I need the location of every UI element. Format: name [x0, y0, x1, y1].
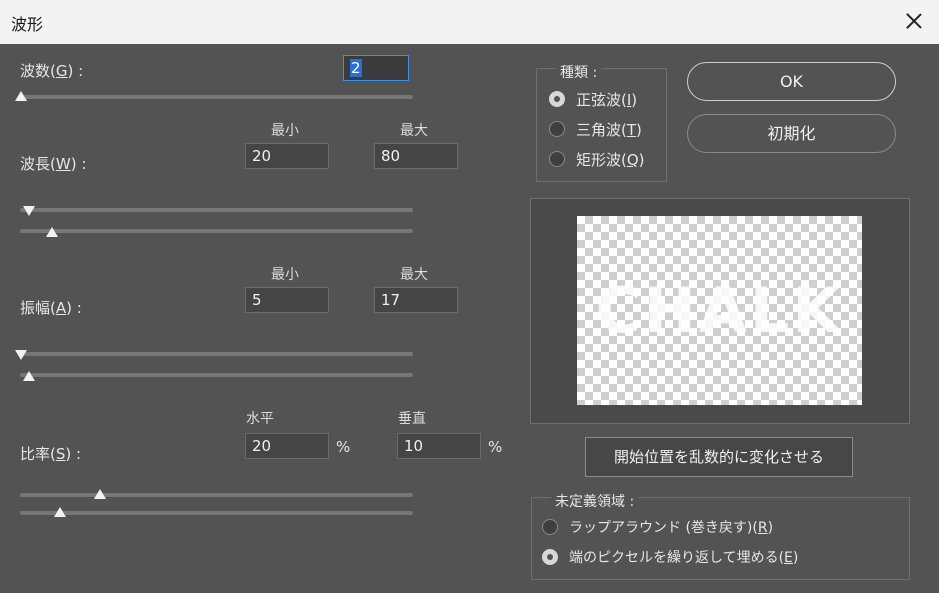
amplitude-max-slider[interactable]	[20, 373, 413, 377]
scale-horizontal-slider-thumb[interactable]	[93, 489, 106, 499]
amplitude-max-slider-thumb[interactable]	[22, 371, 35, 381]
wavelength-max-header: 最大	[400, 123, 428, 139]
type-group-legend: 種類 :	[556, 62, 602, 82]
ok-button[interactable]: OK	[687, 62, 896, 101]
preview-text: CHALK	[595, 274, 844, 347]
wave-count-input[interactable]: 2	[343, 55, 409, 81]
amplitude-min-slider-thumb[interactable]	[15, 350, 27, 360]
scale-vertical-slider[interactable]	[20, 511, 413, 515]
square-radio[interactable]	[549, 151, 565, 167]
scale-horizontal-unit: %	[336, 438, 351, 456]
amplitude-min-slider[interactable]	[20, 352, 413, 356]
scale-vertical-slider-thumb[interactable]	[54, 507, 67, 517]
repeat-edge-label[interactable]: 端のピクセルを繰り返して埋める(E)	[569, 547, 798, 567]
scale-vertical-unit: %	[488, 438, 503, 456]
amplitude-label: 振幅(A) :	[20, 299, 82, 317]
amplitude-min-input[interactable]: 5	[245, 287, 329, 313]
wavelength-max-slider[interactable]	[20, 229, 413, 233]
wavelength-max-slider-thumb[interactable]	[46, 227, 59, 237]
wavelength-max-input[interactable]: 80	[374, 143, 458, 169]
square-label[interactable]: 矩形波(Q)	[576, 149, 645, 170]
wave-count-label: 波数(G) :	[20, 62, 84, 80]
window-title: 波形	[11, 15, 44, 34]
scale-horizontal-slider[interactable]	[20, 493, 413, 497]
triangle-label[interactable]: 三角波(T)	[576, 119, 642, 140]
repeat-edge-radio[interactable]	[542, 549, 558, 565]
wrap-around-radio[interactable]	[542, 519, 558, 535]
wavelength-min-input[interactable]: 20	[245, 143, 329, 169]
scale-vertical-input[interactable]: 10	[397, 433, 481, 459]
scale-horizontal-input[interactable]: 20	[245, 433, 329, 459]
wavelength-min-slider-thumb[interactable]	[22, 206, 35, 216]
wave-count-slider[interactable]	[20, 95, 413, 99]
randomize-button[interactable]: 開始位置を乱数的に変化させる	[585, 437, 853, 477]
sine-radio[interactable]	[549, 91, 565, 107]
amplitude-max-header: 最大	[400, 267, 428, 283]
reset-button[interactable]: 初期化	[687, 114, 896, 153]
amplitude-min-header: 最小	[271, 267, 299, 283]
triangle-radio[interactable]	[549, 121, 565, 137]
preview-canvas[interactable]: CHALK	[577, 216, 862, 405]
wave-count-slider-thumb[interactable]	[15, 91, 27, 101]
wavelength-min-slider[interactable]	[20, 208, 413, 212]
wavelength-min-header: 最小	[271, 123, 299, 139]
close-icon[interactable]	[901, 8, 927, 34]
sine-label[interactable]: 正弦波(I)	[576, 89, 637, 110]
undefined-areas-legend: 未定義領域 :	[551, 491, 639, 511]
wrap-around-label[interactable]: ラップアラウンド (巻き戻す)(R)	[569, 517, 773, 537]
title-bar: 波形	[0, 0, 939, 44]
amplitude-max-input[interactable]: 17	[374, 287, 458, 313]
scale-horizontal-header: 水平	[246, 411, 274, 427]
wavelength-label: 波長(W) :	[20, 155, 87, 173]
scale-label: 比率(S) :	[20, 445, 82, 463]
scale-vertical-header: 垂直	[398, 411, 426, 427]
